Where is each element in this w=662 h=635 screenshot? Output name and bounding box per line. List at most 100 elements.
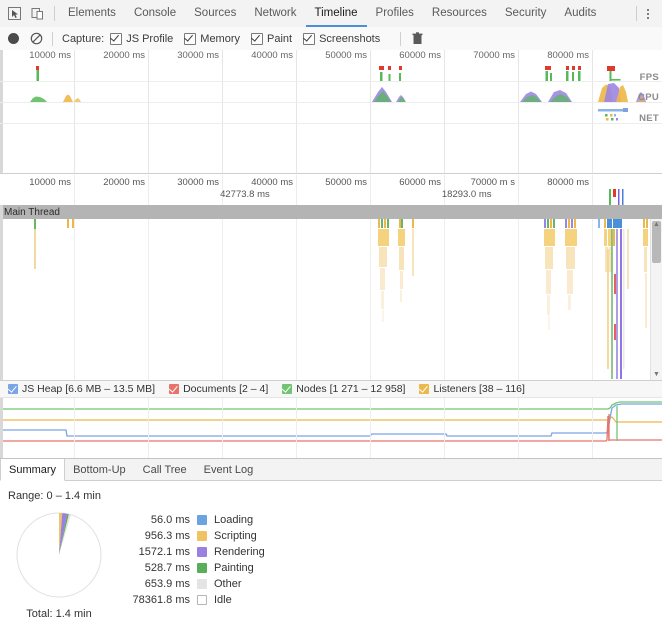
inspect-element-icon[interactable] bbox=[6, 5, 23, 22]
tab-label: Security bbox=[505, 7, 547, 19]
detail-ruler-markers bbox=[0, 175, 662, 205]
timeline-overview[interactable]: 10000 ms 20000 ms 30000 ms 40000 ms 5000… bbox=[0, 50, 662, 175]
trash-icon[interactable] bbox=[412, 32, 423, 45]
counter-toggle-nodes[interactable]: Nodes [1 271 – 12 958] bbox=[282, 383, 405, 395]
counters-left-edge bbox=[0, 398, 3, 458]
counter-toggle-documents[interactable]: Documents [2 – 4] bbox=[169, 383, 268, 395]
checkbox-box bbox=[303, 33, 315, 45]
legend-name: Scripting bbox=[214, 530, 257, 542]
tabbar-divider bbox=[54, 6, 55, 21]
summary-content: Total: 1.4 min 56.0 ms Loading 956.3 ms … bbox=[0, 502, 662, 620]
capture-toolbar: Capture: JS Profile Memory Paint Screens… bbox=[0, 27, 662, 51]
legend-swatch bbox=[197, 595, 207, 605]
checkbox-label: Memory bbox=[200, 33, 240, 45]
tab-sources[interactable]: Sources bbox=[185, 0, 245, 27]
tab-label: Call Tree bbox=[143, 464, 187, 476]
tab-label: Elements bbox=[68, 7, 116, 19]
legend-value: 528.7 ms bbox=[118, 562, 190, 574]
counter-swatch bbox=[169, 384, 179, 394]
toolbar-divider bbox=[52, 32, 53, 46]
pie-legend: 56.0 ms Loading 956.3 ms Scripting 1572.… bbox=[118, 512, 265, 608]
legend-name: Other bbox=[214, 578, 242, 590]
flame-chart-events bbox=[0, 219, 650, 380]
counter-label: Documents [2 – 4] bbox=[183, 383, 268, 395]
toolbar-divider-2 bbox=[400, 32, 401, 46]
counters-lines bbox=[0, 398, 662, 458]
thread-header[interactable]: Main Thread bbox=[0, 205, 662, 219]
record-button[interactable] bbox=[8, 33, 19, 44]
counter-label: Listeners [38 – 116] bbox=[433, 383, 524, 395]
flame-chart[interactable]: Main Thread bbox=[0, 205, 662, 380]
counter-toggle-listeners[interactable]: Listeners [38 – 116] bbox=[419, 383, 524, 395]
tab-label: Resources bbox=[432, 7, 487, 19]
tab-resources[interactable]: Resources bbox=[423, 0, 496, 27]
range-label: Range: 0 – 1.4 min bbox=[0, 481, 662, 502]
tab-profiles[interactable]: Profiles bbox=[367, 0, 423, 27]
legend-swatch bbox=[197, 515, 207, 525]
tab-label: Sources bbox=[194, 7, 236, 19]
devtools-timeline-panel: Elements Console Sources Network Timelin… bbox=[0, 0, 662, 634]
checkbox-box bbox=[110, 33, 122, 45]
tab-label: Audits bbox=[564, 7, 596, 19]
checkbox-box bbox=[184, 33, 196, 45]
checkbox-screenshots[interactable]: Screenshots bbox=[303, 33, 380, 45]
scroll-up-button[interactable]: ▲ bbox=[651, 219, 662, 230]
pie-total-label: Total: 1.4 min bbox=[26, 608, 91, 620]
activity-pie-chart: Total: 1.4 min bbox=[0, 508, 118, 620]
tab-label: Network bbox=[254, 7, 296, 19]
legend-name: Painting bbox=[214, 562, 254, 574]
tab-audits[interactable]: Audits bbox=[555, 0, 605, 27]
legend-row-idle: 78361.8 ms Idle bbox=[118, 592, 265, 608]
legend-name: Idle bbox=[214, 594, 232, 606]
counter-toggle-js-heap[interactable]: JS Heap [6.6 MB – 13.5 MB] bbox=[8, 383, 155, 395]
flame-chart-scrollbar[interactable] bbox=[650, 219, 662, 380]
checkbox-paint[interactable]: Paint bbox=[251, 33, 292, 45]
legend-value: 78361.8 ms bbox=[118, 594, 190, 606]
legend-name: Loading bbox=[214, 514, 253, 526]
legend-row-painting: 528.7 ms Painting bbox=[118, 560, 265, 576]
overview-band-label-cpu: CPU bbox=[638, 92, 659, 103]
legend-value: 653.9 ms bbox=[118, 578, 190, 590]
tab-event-log[interactable]: Event Log bbox=[196, 459, 263, 480]
tabbar-divider-right bbox=[636, 6, 637, 21]
checkbox-label: Screenshots bbox=[319, 33, 380, 45]
tab-timeline[interactable]: Timeline bbox=[306, 0, 367, 27]
tab-label: Bottom-Up bbox=[73, 464, 126, 476]
tabbar-right bbox=[632, 0, 662, 27]
tab-network[interactable]: Network bbox=[245, 0, 305, 27]
device-toolbar-icon[interactable] bbox=[29, 5, 46, 22]
thread-label: Main Thread bbox=[4, 207, 60, 218]
legend-value: 56.0 ms bbox=[118, 514, 190, 526]
tab-call-tree[interactable]: Call Tree bbox=[135, 459, 196, 480]
kebab-menu-icon[interactable] bbox=[641, 6, 655, 22]
flame-left-edge bbox=[0, 205, 3, 380]
tab-security[interactable]: Security bbox=[496, 0, 556, 27]
tabbar-tool-icons bbox=[0, 0, 50, 27]
scroll-down-button[interactable]: ▼ bbox=[651, 369, 662, 380]
counter-swatch bbox=[419, 384, 429, 394]
overview-fps-cpu-graph bbox=[0, 50, 662, 123]
checkbox-memory[interactable]: Memory bbox=[184, 33, 240, 45]
tab-elements[interactable]: Elements bbox=[59, 0, 125, 27]
legend-name: Rendering bbox=[214, 546, 265, 558]
devtools-tabbar: Elements Console Sources Network Timelin… bbox=[0, 0, 662, 28]
overview-band-label-fps: FPS bbox=[640, 72, 659, 83]
legend-swatch bbox=[197, 547, 207, 557]
tab-bottom-up[interactable]: Bottom-Up bbox=[65, 459, 135, 480]
checkbox-js-profile[interactable]: JS Profile bbox=[110, 33, 173, 45]
counter-label: JS Heap [6.6 MB – 13.5 MB] bbox=[22, 383, 155, 395]
pie-svg bbox=[12, 508, 106, 602]
counters-graph[interactable] bbox=[0, 398, 662, 458]
tab-console[interactable]: Console bbox=[125, 0, 185, 27]
detail-ruler: 10000 ms 20000 ms 30000 ms 40000 ms 5000… bbox=[0, 175, 662, 206]
legend-row-scripting: 956.3 ms Scripting bbox=[118, 528, 265, 544]
legend-swatch bbox=[197, 579, 207, 589]
tab-label: Event Log bbox=[204, 464, 254, 476]
checkbox-label: JS Profile bbox=[126, 33, 173, 45]
counter-swatch bbox=[282, 384, 292, 394]
tab-label: Profiles bbox=[376, 7, 414, 19]
clear-button[interactable] bbox=[30, 32, 43, 45]
tab-summary[interactable]: Summary bbox=[0, 459, 65, 481]
details-tabs: Summary Bottom-Up Call Tree Event Log bbox=[0, 459, 662, 481]
legend-row-other: 653.9 ms Other bbox=[118, 576, 265, 592]
